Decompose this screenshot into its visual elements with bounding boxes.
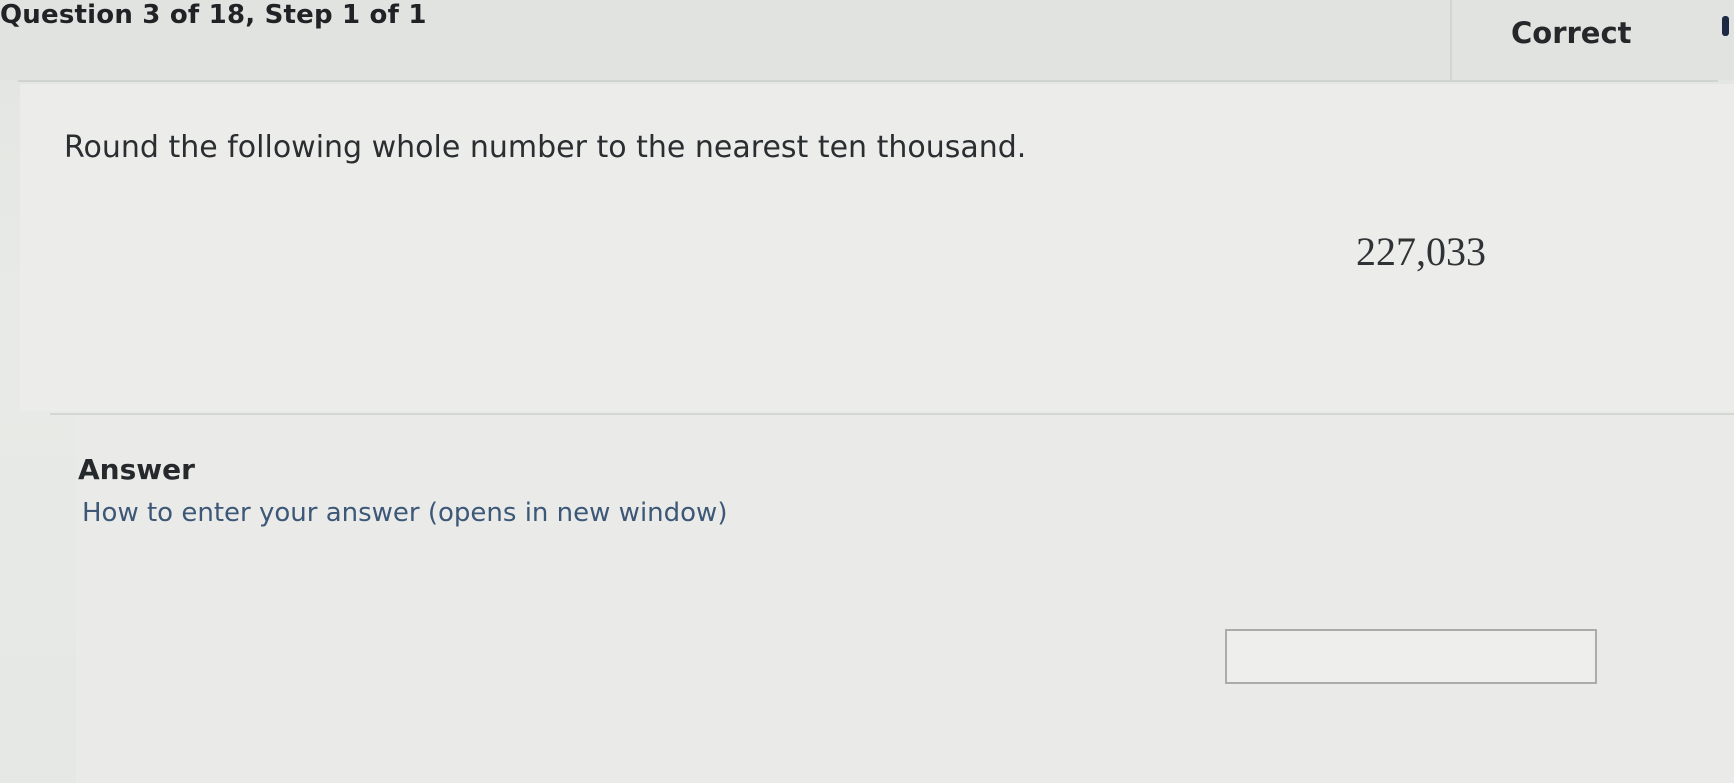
answer-panel — [76, 416, 1734, 783]
how-to-enter-answer-link[interactable]: How to enter your answer (opens in new w… — [82, 498, 727, 528]
header-divider — [1450, 0, 1452, 80]
question-prompt: Round the following whole number to the … — [64, 130, 1027, 165]
header-divider-line — [18, 80, 1718, 82]
answer-divider-line — [50, 413, 1734, 415]
header-marker — [1722, 16, 1729, 36]
number-to-round: 227,033 — [1356, 229, 1486, 274]
question-progress: Question 3 of 18, Step 1 of 1 — [0, 0, 427, 30]
question-page: Question 3 of 18, Step 1 of 1 Correct Ro… — [0, 0, 1734, 783]
answer-heading: Answer — [78, 453, 195, 486]
answer-input[interactable] — [1225, 629, 1597, 684]
status-label: Correct — [1511, 16, 1632, 50]
question-header: Question 3 of 18, Step 1 of 1 Correct — [0, 0, 1734, 80]
